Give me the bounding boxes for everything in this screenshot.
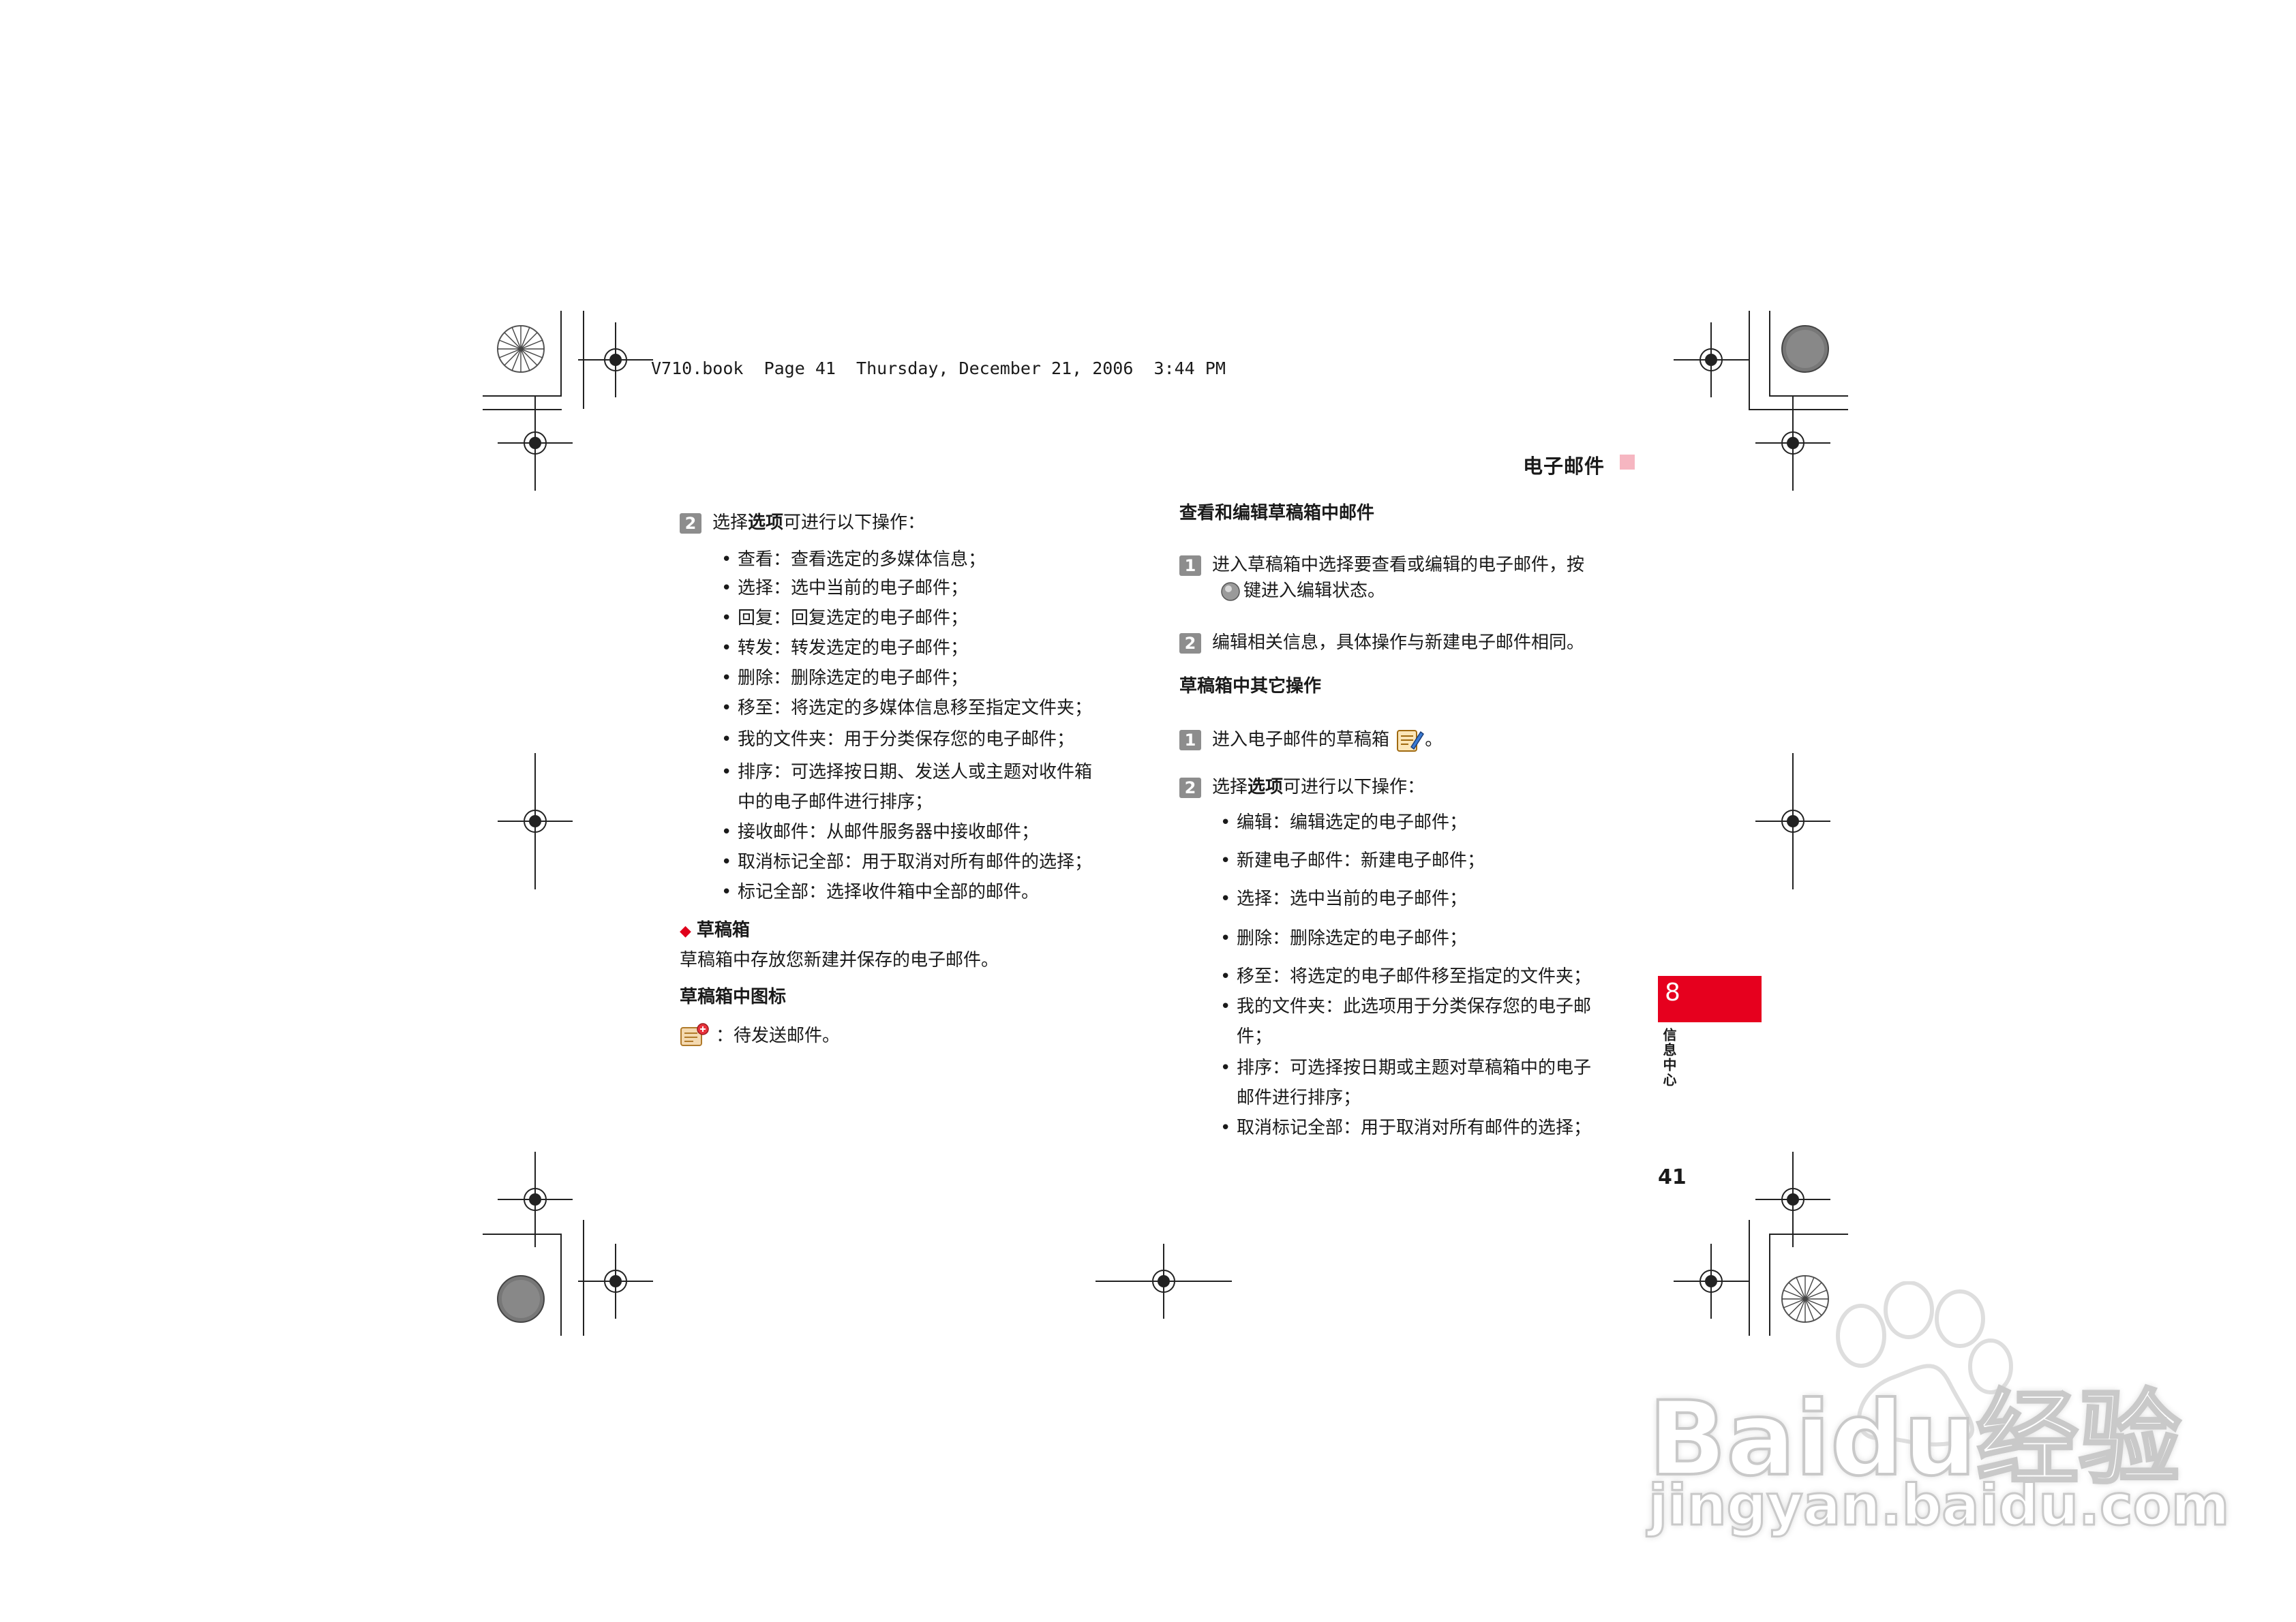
center-key-icon [1221,581,1240,601]
list-item: • 我的文件夹：用于分类保存您的电子邮件； [721,729,1075,750]
crop-line [560,1234,562,1336]
step-number: 1 [1179,555,1201,576]
starburst-mark-icon [497,325,545,373]
left-step-2: 2 选择选项可进行以下操作： [680,512,925,534]
list-item: • 查看：查看选定的多媒体信息； [721,549,986,570]
step-number: 1 [1179,730,1201,750]
diamond-bullet-icon: ◆ [680,923,691,940]
other-drafts-operations-heading: 草稿箱中其它操作 [1179,676,1322,697]
drafts-folder-icon [1397,730,1425,752]
list-item: • 排序：可选择按日期或主题对草稿箱中的电子 [1220,1058,1592,1078]
registration-mark-icon [1096,1244,1232,1319]
list-item: • 删除：删除选定的电子邮件； [1220,928,1468,949]
header-square-icon [1620,455,1635,470]
crop-line [1769,1234,1770,1336]
gray-dot-mark-icon [1781,325,1829,373]
list-item: • 新建电子邮件：新建电子邮件； [1220,851,1485,871]
list-item: • 移至：将选定的电子邮件移至指定的文件夹； [1220,966,1592,987]
running-header: 电子邮件 [1523,455,1605,478]
registration-mark-icon [1674,1244,1749,1319]
registration-mark-icon [1755,753,1830,889]
list-item: • 取消标记全部：用于取消对所有邮件的选择； [1220,1118,1592,1138]
list-item: • 标记全部：选择收件箱中全部的邮件。 [721,882,1040,902]
crop-line [1749,311,1750,409]
watermark-url: jingyan.baidu.com [1647,1473,2230,1540]
list-item: • 我的文件夹：此选项用于分类保存您的电子邮 [1220,996,1592,1017]
list-item: • 选择：选中当前的电子邮件； [721,578,969,598]
registration-mark-icon [498,395,573,491]
step-1-continuation: 键进入编辑状态。 [1220,581,1385,602]
drafts-icons-heading: 草稿箱中图标 [680,987,787,1007]
step-number: 2 [1179,777,1201,798]
drafts-description: 草稿箱中存放您新建并保存的电子邮件。 [680,950,999,970]
book-print-header: V710.book Page 41 Thursday, December 21,… [651,358,1226,378]
list-item: • 回复：回复选定的电子邮件； [721,608,969,628]
registration-mark-icon [498,753,573,889]
list-item-continuation: 邮件进行排序； [1237,1088,1361,1108]
right-step-2: 2 编辑相关信息，具体操作与新建电子邮件相同。 [1179,632,1584,654]
list-item: • 排序：可选择按日期、发送人或主题对收件箱 [721,762,1093,782]
registration-mark-icon [1674,322,1749,397]
pending-mail-description: ：待发送邮件。 [716,1026,841,1046]
registration-mark-icon [498,1152,573,1247]
list-item: • 取消标记全部：用于取消对所有邮件的选择； [721,852,1093,872]
list-item: • 编辑：编辑选定的电子邮件； [1220,812,1468,833]
list-item-continuation: 中的电子邮件进行排序； [738,792,933,812]
crop-line [1769,311,1770,395]
list-item: • 转发：转发选定的电子邮件； [721,638,969,658]
list-item: • 接收邮件：从邮件服务器中接收邮件； [721,822,1040,842]
view-edit-drafts-heading: 查看和编辑草稿箱中邮件 [1179,503,1375,523]
list-item: • 删除：删除选定的电子邮件； [721,668,969,688]
page-number: 41 [1658,1165,1687,1189]
chapter-tab: 8 [1658,976,1762,1022]
list-item: • 选择：选中当前的电子邮件； [1220,889,1468,909]
chapter-label: 信息中心 [1661,1028,1677,1088]
registration-mark-icon [578,322,653,397]
registration-mark-icon [578,1244,653,1319]
right-step-2b: 2 选择选项可进行以下操作： [1179,777,1425,798]
step-number: 2 [680,512,701,534]
list-item: • 移至：将选定的多媒体信息移至指定文件夹； [721,698,1093,718]
gray-dot-mark-icon [497,1275,545,1323]
chapter-number: 8 [1665,979,1680,1007]
registration-mark-icon [1755,395,1830,491]
right-step-1b: 1 进入电子邮件的草稿箱 。 [1179,726,1442,754]
right-step-1: 1 进入草稿箱中选择要查看或编辑的电子邮件，按 [1179,555,1584,576]
crop-line [1749,1220,1750,1336]
list-item-continuation: 件； [1237,1026,1273,1047]
pending-mail-icon [680,1023,709,1046]
drafts-section-title: ◆ 草稿箱 [680,920,750,940]
step-number: 2 [1179,632,1201,654]
crop-line [560,311,562,395]
registration-mark-icon [1755,1152,1830,1247]
